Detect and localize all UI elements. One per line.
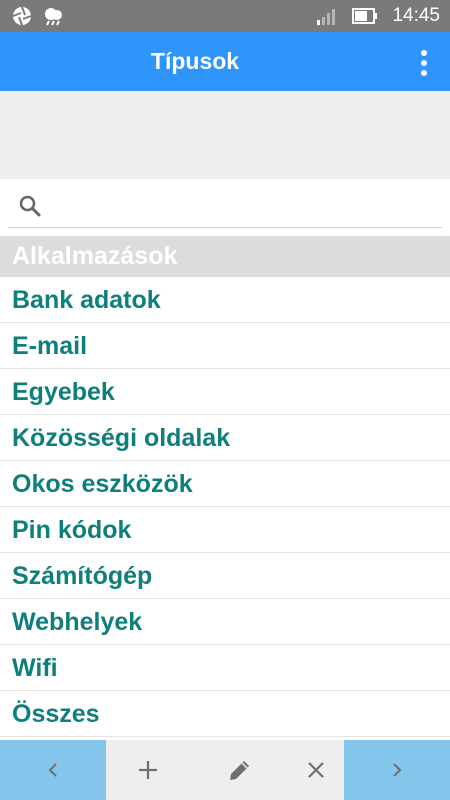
list-item[interactable]: Számítógép: [0, 553, 450, 599]
signal-icon: [317, 9, 336, 25]
list-item[interactable]: Pin kódok: [0, 507, 450, 553]
weather-icon: [45, 8, 62, 26]
add-button[interactable]: [118, 740, 178, 800]
search-underline: [8, 227, 442, 228]
edit-button[interactable]: [210, 740, 270, 800]
delete-button[interactable]: [286, 740, 346, 800]
aperture-icon: [12, 6, 32, 26]
search-icon[interactable]: [18, 194, 42, 218]
pencil-icon: [230, 761, 249, 780]
plus-icon: [139, 761, 157, 779]
search-input[interactable]: [52, 191, 432, 219]
status-bar: 14:45: [0, 0, 450, 32]
list-item[interactable]: E-mail: [0, 323, 450, 369]
list-item[interactable]: Összes: [0, 691, 450, 737]
app-bar: Típusok: [0, 32, 450, 91]
overflow-menu-icon[interactable]: [420, 50, 428, 76]
status-icons-right: 14:45: [316, 0, 440, 32]
chevron-left-icon: [48, 763, 57, 777]
list-item[interactable]: Wifi: [0, 645, 450, 691]
bottom-toolbar: [0, 740, 450, 800]
list-item[interactable]: Bank adatok: [0, 277, 450, 323]
header-spacer: [0, 91, 450, 179]
close-icon: [308, 762, 324, 778]
list-item[interactable]: Webhelyek: [0, 599, 450, 645]
list-header: Alkalmazások: [0, 236, 450, 277]
clock: 14:45: [392, 5, 440, 26]
list-item[interactable]: Egyebek: [0, 369, 450, 415]
battery-icon: [352, 8, 378, 24]
page-title: Típusok: [150, 48, 240, 74]
search-bar: [0, 179, 450, 235]
list-item[interactable]: Közösségi oldalak: [0, 415, 450, 461]
chevron-right-icon: [393, 763, 402, 777]
next-button[interactable]: [344, 740, 450, 800]
previous-button[interactable]: [0, 740, 106, 800]
status-icons-left: [12, 6, 66, 26]
type-list: Alkalmazások Bank adatok E-mail Egyebek …: [0, 236, 450, 737]
list-item[interactable]: Okos eszközök: [0, 461, 450, 507]
